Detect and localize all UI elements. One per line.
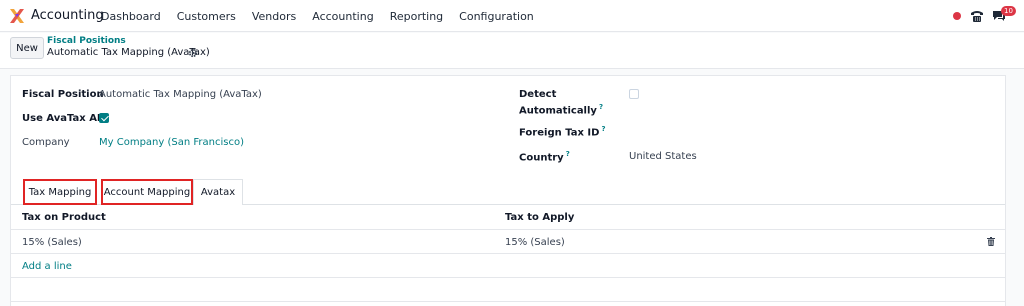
new-button[interactable]: New — [10, 37, 44, 59]
breadcrumb-fiscal-positions[interactable]: Fiscal Positions — [47, 36, 126, 46]
accounting-app-icon[interactable] — [10, 9, 24, 23]
menu-reporting[interactable]: Reporting — [390, 10, 443, 23]
menu-configuration[interactable]: Configuration — [459, 10, 534, 23]
form-sheet: Fiscal Position Automatic Tax Mapping (A… — [10, 75, 1006, 306]
country-field[interactable]: United States — [629, 151, 697, 162]
company-field[interactable]: My Company (San Francisco) — [99, 137, 244, 148]
add-line-row: Add a line — [11, 254, 1005, 278]
menu-accounting[interactable]: Accounting — [312, 10, 373, 23]
control-panel: New Fiscal Positions Automatic Tax Mappi… — [0, 33, 1024, 69]
menu-dashboard[interactable]: Dashboard — [101, 10, 161, 23]
tab-avatax[interactable]: Avatax — [193, 179, 243, 205]
column-tax-on-product[interactable]: Tax on Product — [22, 212, 106, 223]
table-header: Tax on Product Tax to Apply — [11, 206, 1005, 230]
company-label: Company — [22, 137, 70, 148]
column-tax-to-apply[interactable]: Tax to Apply — [505, 212, 574, 223]
breadcrumb-current: Automatic Tax Mapping (AvaTax) — [47, 47, 210, 58]
detect-label: Detect — [519, 89, 557, 100]
main-menu: Dashboard Customers Vendors Accounting R… — [101, 10, 550, 23]
add-line-link[interactable]: Add a line — [22, 261, 72, 272]
country-label: Country? — [519, 150, 570, 164]
menu-customers[interactable]: Customers — [177, 10, 236, 23]
help-icon[interactable]: ? — [566, 150, 570, 158]
use-avatax-checkbox[interactable] — [99, 113, 109, 123]
app-name[interactable]: Accounting — [31, 8, 104, 23]
notebook-tabs: Tax Mapping Account Mapping Avatax — [11, 179, 1005, 205]
help-icon[interactable]: ? — [601, 125, 605, 133]
tax-to-apply-cell[interactable]: 15% (Sales) — [505, 237, 565, 248]
table-row[interactable]: 15% (Sales) 15% (Sales) — [11, 230, 1005, 254]
tab-account-mapping[interactable]: Account Mapping — [101, 179, 193, 205]
menu-vendors[interactable]: Vendors — [252, 10, 296, 23]
phone-icon[interactable] — [970, 9, 984, 23]
top-navbar: Accounting Dashboard Customers Vendors A… — [0, 0, 1024, 32]
empty-row — [11, 278, 1005, 302]
fiscal-position-field[interactable]: Automatic Tax Mapping (AvaTax) — [99, 89, 262, 100]
gear-icon[interactable] — [188, 48, 198, 58]
help-icon[interactable]: ? — [599, 103, 603, 111]
tab-tax-mapping[interactable]: Tax Mapping — [23, 179, 97, 205]
chat-badge: 10 — [1001, 6, 1016, 16]
status-dot-icon[interactable] — [953, 12, 961, 20]
use-avatax-label: Use AvaTax API — [22, 113, 108, 124]
trash-icon[interactable] — [987, 237, 995, 246]
detect-automatically-checkbox[interactable] — [629, 89, 639, 99]
fiscal-position-label: Fiscal Position — [22, 89, 104, 100]
tax-on-product-cell[interactable]: 15% (Sales) — [22, 237, 82, 248]
detect-automatically-label: Automatically? — [519, 103, 603, 117]
foreign-tax-id-label: Foreign Tax ID? — [519, 125, 606, 139]
